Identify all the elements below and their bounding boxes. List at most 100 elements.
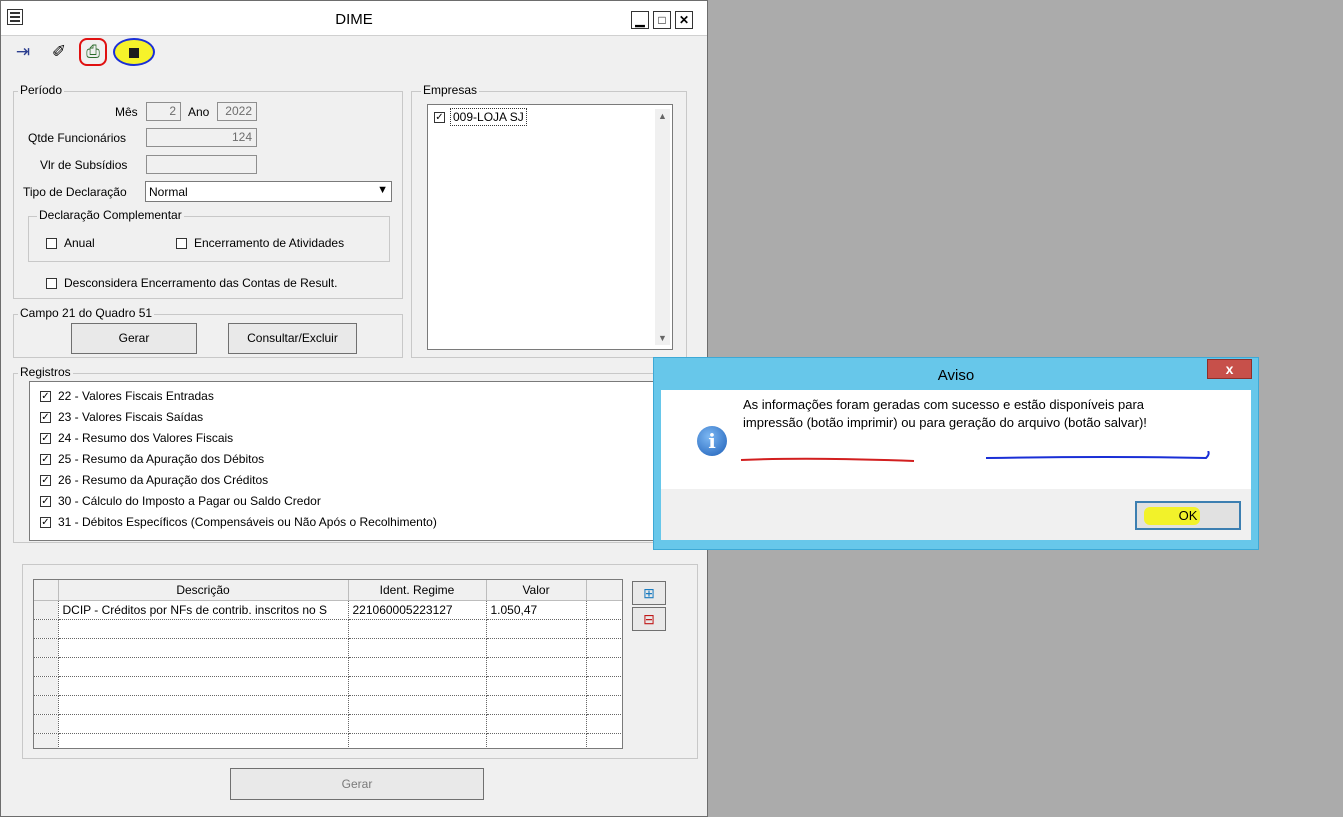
desconsidera-checkbox[interactable]: [46, 278, 57, 289]
cell[interactable]: [58, 695, 349, 715]
vlr-field[interactable]: [146, 155, 257, 174]
registro-label: 23 - Valores Fiscais Saídas: [58, 410, 204, 424]
cell[interactable]: [58, 676, 349, 696]
maximize-button[interactable]: □: [653, 11, 671, 29]
cell[interactable]: [58, 714, 349, 734]
table-row[interactable]: [34, 676, 622, 696]
table-row[interactable]: [34, 733, 622, 748]
registros-list[interactable]: ✓ 22 - Valores Fiscais Entradas ✓ 23 - Val…: [29, 381, 659, 541]
scroll-up-icon[interactable]: ▲: [658, 111, 667, 121]
save-icon: [127, 45, 141, 60]
empresas-scrollbar[interactable]: ▲ ▼: [655, 109, 670, 345]
mes-field[interactable]: 2: [146, 102, 181, 121]
tipo-select[interactable]: Normal ▼: [145, 181, 392, 202]
cell-regime[interactable]: 221060005223127: [348, 600, 487, 620]
registro-item[interactable]: ✓ 25 - Resumo da Apuração dos Débitos: [30, 449, 630, 470]
exit-button[interactable]: ⇥: [9, 38, 37, 66]
col-header-valor[interactable]: Valor: [486, 580, 587, 601]
registro-checkbox[interactable]: ✓: [40, 517, 51, 528]
campo21-gerar-button[interactable]: Gerar: [71, 323, 197, 354]
cell[interactable]: [58, 619, 349, 639]
table-row[interactable]: DCIP - Créditos por NFs de contrib. insc…: [34, 600, 622, 620]
cell[interactable]: [586, 676, 622, 696]
row-indicator: [34, 695, 59, 715]
cell[interactable]: [348, 657, 487, 677]
col-header-regime[interactable]: Ident. Regime: [348, 580, 487, 601]
registro-item[interactable]: ✓ 22 - Valores Fiscais Entradas: [30, 386, 630, 407]
minimize-button[interactable]: ▁: [631, 11, 649, 29]
cell[interactable]: [586, 695, 622, 715]
dialog-close-button[interactable]: x: [1207, 359, 1252, 379]
cell[interactable]: [348, 676, 487, 696]
registro-checkbox[interactable]: ✓: [40, 391, 51, 402]
data-grid[interactable]: Descrição Ident. Regime Valor DCIP - Cré…: [33, 579, 623, 749]
encerramento-checkbox[interactable]: [176, 238, 187, 249]
ok-label: OK: [1178, 508, 1198, 523]
registro-checkbox[interactable]: ✓: [40, 475, 51, 486]
cell[interactable]: [486, 714, 587, 734]
table-row[interactable]: [34, 714, 622, 734]
cell-valor[interactable]: 1.050,47: [486, 600, 587, 620]
cell[interactable]: [486, 676, 587, 696]
cell[interactable]: [586, 733, 622, 748]
print-button[interactable]: ⎙: [79, 38, 107, 66]
registro-checkbox[interactable]: ✓: [40, 454, 51, 465]
cell[interactable]: [586, 619, 622, 639]
empresa-item[interactable]: 009-LOJA SJ: [450, 108, 527, 126]
table-row[interactable]: [34, 638, 622, 658]
cell[interactable]: [58, 638, 349, 658]
table-row[interactable]: [34, 619, 622, 639]
cell[interactable]: [486, 638, 587, 658]
qtde-field[interactable]: 124: [146, 128, 257, 147]
close-button[interactable]: ✕: [675, 11, 693, 29]
cell[interactable]: [348, 638, 487, 658]
row-indicator: [34, 638, 59, 658]
col-header-descricao[interactable]: Descrição: [58, 580, 349, 601]
edit-button[interactable]: ✐: [45, 38, 73, 66]
ok-button[interactable]: OK: [1135, 501, 1241, 530]
cell[interactable]: [348, 619, 487, 639]
cell[interactable]: [58, 657, 349, 677]
cell[interactable]: [486, 619, 587, 639]
cell[interactable]: [348, 714, 487, 734]
cell[interactable]: [486, 695, 587, 715]
exit-icon: ⇥: [15, 42, 31, 61]
empresa-checkbox[interactable]: ✓: [434, 112, 445, 123]
registro-item[interactable]: ✓ 24 - Resumo dos Valores Fiscais: [30, 428, 630, 449]
table-row[interactable]: [34, 657, 622, 677]
registro-item[interactable]: ✓ 23 - Valores Fiscais Saídas: [30, 407, 630, 428]
registro-item[interactable]: ✓ 30 - Cálculo do Imposto a Pagar ou Sald…: [30, 491, 630, 512]
cell[interactable]: [586, 714, 622, 734]
registro-checkbox[interactable]: ✓: [40, 412, 51, 423]
remove-row-icon: ⊟: [643, 611, 655, 627]
empresas-list[interactable]: ✓ 009-LOJA SJ ▲ ▼: [427, 104, 673, 350]
cell[interactable]: [586, 657, 622, 677]
add-row-button[interactable]: ⊞: [632, 581, 666, 605]
consultar-excluir-button[interactable]: Consultar/Excluir: [228, 323, 357, 354]
cell[interactable]: [586, 638, 622, 658]
cell[interactable]: [486, 733, 587, 748]
table-row[interactable]: [34, 695, 622, 715]
save-button[interactable]: [113, 38, 155, 66]
registro-checkbox[interactable]: ✓: [40, 433, 51, 444]
anual-checkbox[interactable]: [46, 238, 57, 249]
registro-label: 25 - Resumo da Apuração dos Débitos: [58, 452, 265, 466]
cell[interactable]: [348, 733, 487, 748]
registro-label: 24 - Resumo dos Valores Fiscais: [58, 431, 234, 445]
registro-item[interactable]: ✓ 31 - Débitos Específicos (Compensáveis …: [30, 512, 630, 533]
gerar-button[interactable]: Gerar: [230, 768, 484, 800]
cell[interactable]: [348, 695, 487, 715]
remove-row-button[interactable]: ⊟: [632, 607, 666, 631]
empresas-title: Empresas: [421, 83, 480, 97]
registro-item[interactable]: ✓ 26 - Resumo da Apuração dos Créditos: [30, 470, 630, 491]
add-row-icon: ⊞: [643, 585, 655, 601]
cell[interactable]: [58, 733, 349, 748]
scroll-down-icon[interactable]: ▼: [658, 333, 667, 343]
cell-descricao[interactable]: DCIP - Créditos por NFs de contrib. insc…: [58, 600, 349, 620]
registro-label: 22 - Valores Fiscais Entradas: [58, 389, 214, 403]
desconsidera-label: Desconsidera Encerramento das Contas de …: [64, 276, 338, 290]
cell[interactable]: [486, 657, 587, 677]
cell-extra[interactable]: [586, 600, 622, 620]
registro-checkbox[interactable]: ✓: [40, 496, 51, 507]
ano-field[interactable]: 2022: [217, 102, 257, 121]
